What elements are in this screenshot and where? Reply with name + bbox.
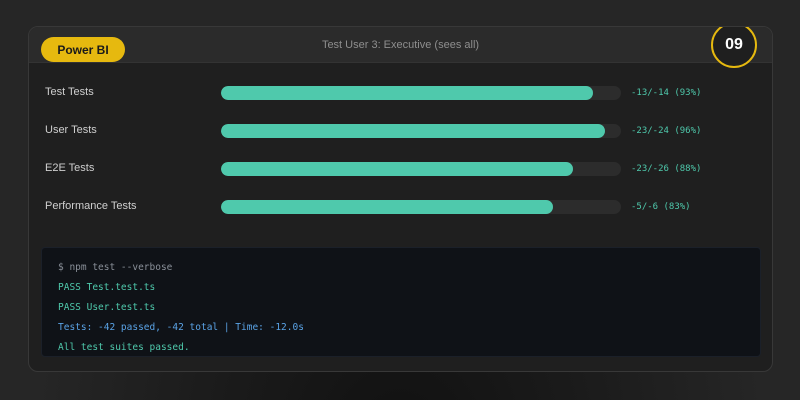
row-value: -5/-6 (83%) — [631, 202, 691, 212]
terminal-pass-line: PASS User.test.ts — [58, 302, 156, 313]
terminal-pass-line: PASS Test.test.ts — [58, 282, 156, 293]
terminal-command-line: $ npm test --verbose — [58, 262, 173, 273]
progress-row: User Tests -23/-24 (96%) — [29, 121, 772, 141]
progress-row: Test Tests -13/-14 (93%) — [29, 83, 772, 103]
progress-row: Performance Tests -5/-6 (83%) — [29, 197, 772, 217]
row-label: Performance Tests — [45, 200, 137, 212]
row-value: -23/-26 (88%) — [631, 164, 702, 174]
window-title: Test User 3: Executive (sees all) — [321, 39, 480, 51]
progress-fill — [221, 86, 593, 100]
test-report-window: Power BI Test User 3: Executive (sees al… — [28, 26, 773, 372]
progress-fill — [221, 200, 553, 214]
progress-track — [221, 124, 621, 138]
terminal-success-line: All test suites passed. — [58, 342, 190, 353]
progress-track — [221, 200, 621, 214]
terminal-output: $ npm test --verbose PASS Test.test.ts P… — [41, 247, 761, 357]
title-bar: Power BI Test User 3: Executive (sees al… — [29, 27, 772, 63]
terminal-summary-line: Tests: -42 passed, -42 total | Time: -12… — [58, 322, 304, 333]
progress-track — [221, 86, 621, 100]
row-label: E2E Tests — [45, 162, 95, 174]
row-value: -23/-24 (96%) — [631, 126, 702, 136]
progress-fill — [221, 162, 573, 176]
progress-row: E2E Tests -23/-26 (88%) — [29, 159, 772, 179]
row-label: User Tests — [45, 124, 97, 136]
progress-track — [221, 162, 621, 176]
progress-fill — [221, 124, 605, 138]
row-value: -13/-14 (93%) — [631, 88, 702, 98]
row-label: Test Tests — [45, 86, 94, 98]
